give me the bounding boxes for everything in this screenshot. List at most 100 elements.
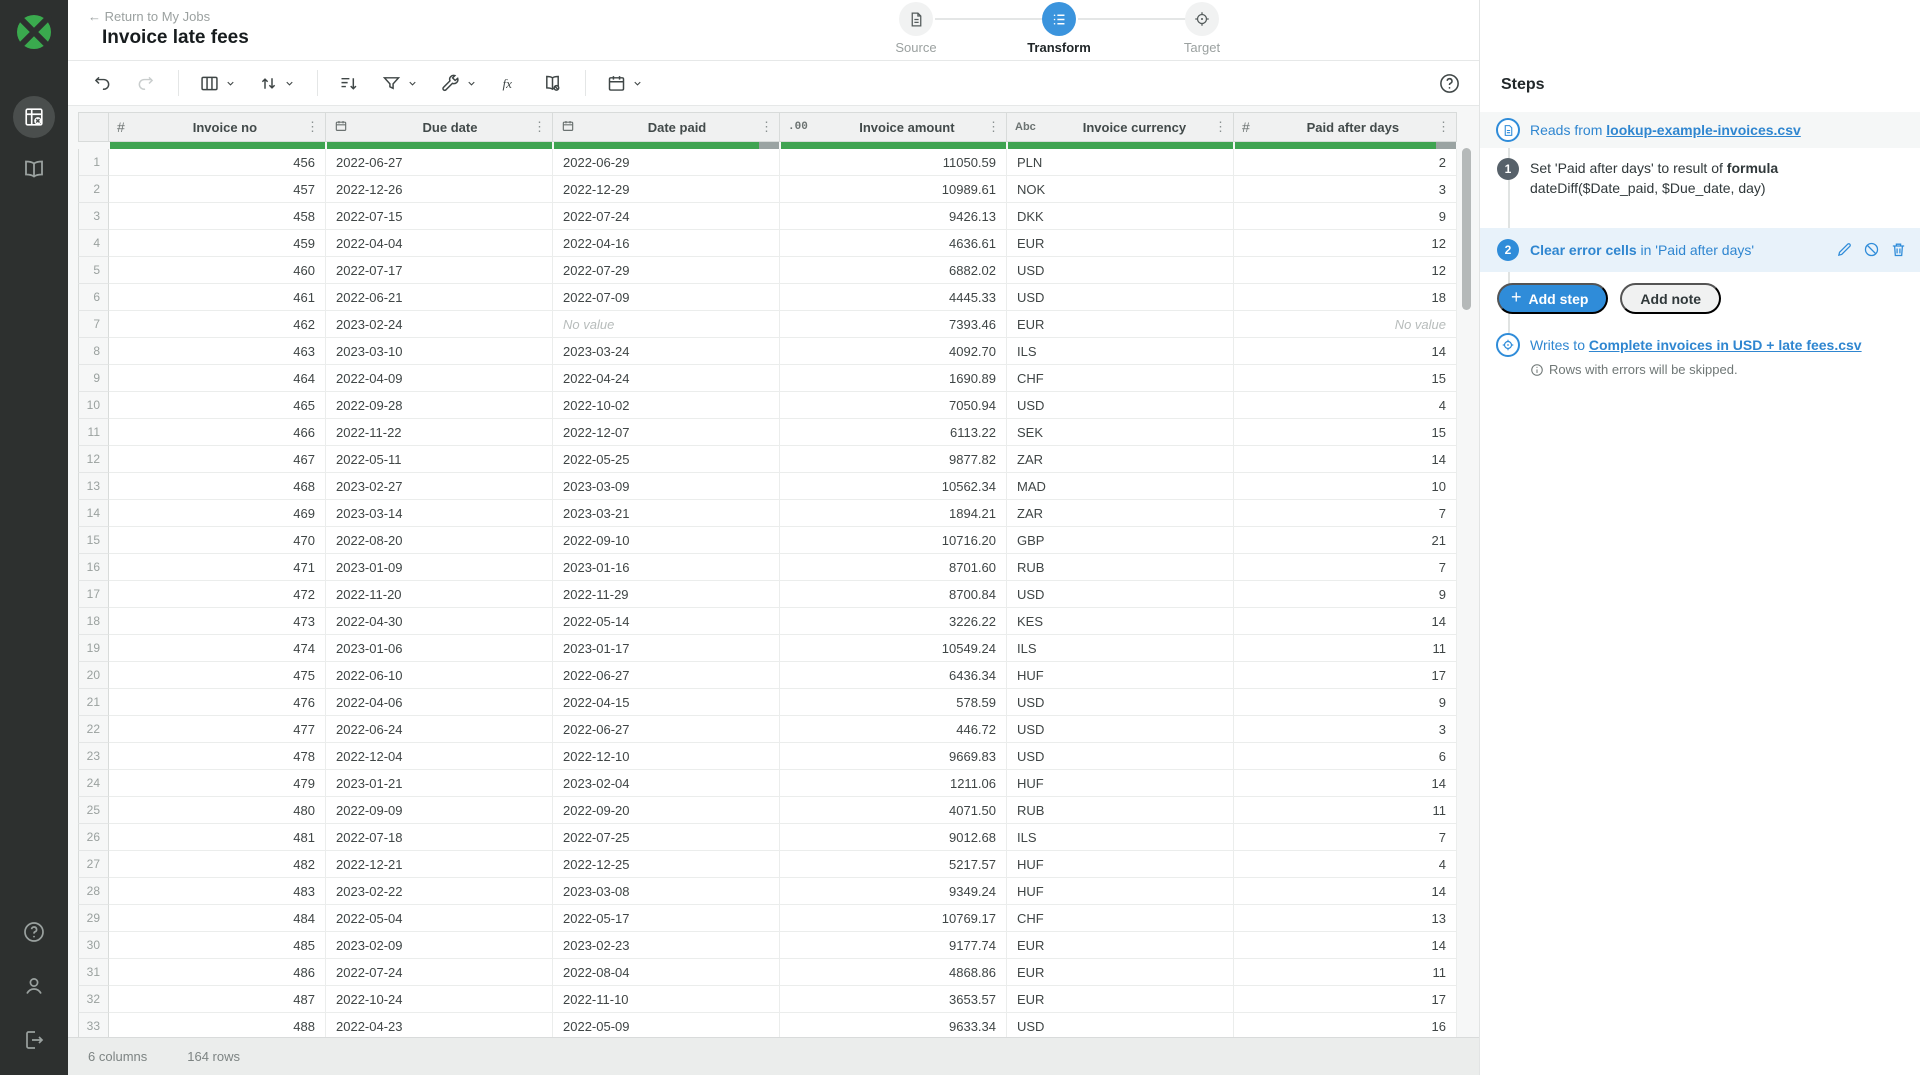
table-cell[interactable]: RUB — [1007, 554, 1234, 581]
table-cell[interactable]: 480 — [109, 797, 326, 824]
table-cell[interactable]: 13 — [1234, 905, 1457, 932]
table-cell[interactable]: 3 — [1234, 716, 1457, 743]
row-number[interactable]: 9 — [78, 365, 109, 392]
table-cell[interactable]: 7 — [1234, 824, 1457, 851]
row-number[interactable]: 11 — [78, 419, 109, 446]
table-cell[interactable]: 9012.68 — [780, 824, 1007, 851]
table-cell[interactable]: 2023-02-24 — [326, 311, 553, 338]
table-cell[interactable]: 14 — [1234, 770, 1457, 797]
row-number[interactable]: 19 — [78, 635, 109, 662]
table-cell[interactable]: 2022-07-29 — [553, 257, 780, 284]
table-cell[interactable]: 12 — [1234, 230, 1457, 257]
row-number[interactable]: 30 — [78, 932, 109, 959]
table-cell[interactable]: 18 — [1234, 284, 1457, 311]
table-cell[interactable]: HUF — [1007, 770, 1234, 797]
table-cell[interactable]: 2022-11-10 — [553, 986, 780, 1013]
table-cell[interactable]: 6436.34 — [780, 662, 1007, 689]
row-number[interactable]: 10 — [78, 392, 109, 419]
add-step-button[interactable]: +Add step — [1497, 283, 1608, 314]
toolbar-date-format-button[interactable] — [600, 69, 649, 98]
table-cell[interactable]: 14 — [1234, 932, 1457, 959]
row-number[interactable]: 31 — [78, 959, 109, 986]
toolbar-filter-button[interactable] — [375, 69, 424, 98]
table-cell[interactable]: RUB — [1007, 797, 1234, 824]
table-cell[interactable]: 2022-12-07 — [553, 419, 780, 446]
toolbar-sort-button[interactable] — [252, 69, 301, 98]
table-cell[interactable]: 2022-07-18 — [326, 824, 553, 851]
table-cell[interactable]: 4 — [1234, 392, 1457, 419]
table-cell[interactable]: 2023-02-23 — [553, 932, 780, 959]
table-cell[interactable]: 15 — [1234, 365, 1457, 392]
add-note-button[interactable]: Add note — [1620, 283, 1721, 314]
column-menu-icon[interactable]: ⋮ — [306, 119, 319, 135]
row-number[interactable]: 8 — [78, 338, 109, 365]
table-cell[interactable]: 481 — [109, 824, 326, 851]
table-cell[interactable]: 470 — [109, 527, 326, 554]
table-cell[interactable]: 2022-10-02 — [553, 392, 780, 419]
sidebar-item-help[interactable] — [13, 911, 55, 953]
table-cell[interactable]: 471 — [109, 554, 326, 581]
table-cell[interactable]: 2022-06-29 — [553, 149, 780, 176]
table-cell[interactable]: USD — [1007, 581, 1234, 608]
table-cell[interactable]: 2022-07-09 — [553, 284, 780, 311]
table-cell[interactable]: 463 — [109, 338, 326, 365]
table-cell[interactable]: 2023-03-24 — [553, 338, 780, 365]
table-cell[interactable]: 3226.22 — [780, 608, 1007, 635]
column-header-paid-after-days[interactable]: #Paid after days⋮ — [1234, 112, 1457, 142]
table-cell[interactable]: 2022-04-15 — [553, 689, 780, 716]
column-menu-icon[interactable]: ⋮ — [1214, 119, 1227, 135]
table-cell[interactable]: 2023-01-17 — [553, 635, 780, 662]
table-cell[interactable]: USD — [1007, 257, 1234, 284]
column-header-invoice-no[interactable]: #Invoice no⋮ — [109, 112, 326, 142]
table-cell[interactable]: 467 — [109, 446, 326, 473]
column-header-invoice-currency[interactable]: AbcInvoice currency⋮ — [1007, 112, 1234, 142]
table-cell[interactable]: ILS — [1007, 824, 1234, 851]
table-cell[interactable]: 7 — [1234, 500, 1457, 527]
stepper-target[interactable] — [1185, 2, 1219, 36]
table-cell[interactable]: 6882.02 — [780, 257, 1007, 284]
column-menu-icon[interactable]: ⋮ — [1437, 119, 1450, 135]
table-cell[interactable]: 485 — [109, 932, 326, 959]
table-cell[interactable]: 12 — [1234, 257, 1457, 284]
table-cell[interactable]: 21 — [1234, 527, 1457, 554]
row-number[interactable]: 13 — [78, 473, 109, 500]
table-cell[interactable]: 2022-12-21 — [326, 851, 553, 878]
table-cell[interactable]: 10769.17 — [780, 905, 1007, 932]
table-cell[interactable]: 9426.13 — [780, 203, 1007, 230]
table-cell[interactable]: HUF — [1007, 878, 1234, 905]
table-cell[interactable]: 4071.50 — [780, 797, 1007, 824]
column-header-date-paid[interactable]: Date paid⋮ — [553, 112, 780, 142]
table-cell[interactable]: 9 — [1234, 581, 1457, 608]
table-cell[interactable]: 4868.86 — [780, 959, 1007, 986]
table-cell[interactable]: 2022-10-24 — [326, 986, 553, 1013]
table-cell[interactable]: USD — [1007, 689, 1234, 716]
table-cell[interactable]: 14 — [1234, 338, 1457, 365]
row-number[interactable]: 18 — [78, 608, 109, 635]
table-cell[interactable]: 487 — [109, 986, 326, 1013]
table-cell[interactable]: No value — [553, 311, 780, 338]
table-cell[interactable]: 2022-05-11 — [326, 446, 553, 473]
row-number[interactable]: 2 — [78, 176, 109, 203]
sidebar-item-transform-editor[interactable] — [13, 96, 55, 138]
row-number[interactable]: 16 — [78, 554, 109, 581]
row-number[interactable]: 22 — [78, 716, 109, 743]
table-cell[interactable]: 2023-02-04 — [553, 770, 780, 797]
table-cell[interactable]: EUR — [1007, 230, 1234, 257]
stepper-transform[interactable] — [1042, 2, 1076, 36]
table-cell[interactable]: 474 — [109, 635, 326, 662]
table-cell[interactable]: USD — [1007, 716, 1234, 743]
table-cell[interactable]: HUF — [1007, 851, 1234, 878]
table-cell[interactable]: 2022-06-21 — [326, 284, 553, 311]
table-cell[interactable]: 2022-07-25 — [553, 824, 780, 851]
table-cell[interactable]: USD — [1007, 743, 1234, 770]
table-cell[interactable]: 2023-01-09 — [326, 554, 553, 581]
table-cell[interactable]: 466 — [109, 419, 326, 446]
table-cell[interactable]: 2023-03-09 — [553, 473, 780, 500]
table-cell[interactable]: 10989.61 — [780, 176, 1007, 203]
table-cell[interactable]: 476 — [109, 689, 326, 716]
row-number[interactable]: 5 — [78, 257, 109, 284]
table-cell[interactable]: 11050.59 — [780, 149, 1007, 176]
table-cell[interactable]: 14 — [1234, 446, 1457, 473]
step-2-clear-error-cells[interactable]: 2 Clear error cells in 'Paid after days' — [1480, 228, 1920, 272]
table-cell[interactable]: 10549.24 — [780, 635, 1007, 662]
